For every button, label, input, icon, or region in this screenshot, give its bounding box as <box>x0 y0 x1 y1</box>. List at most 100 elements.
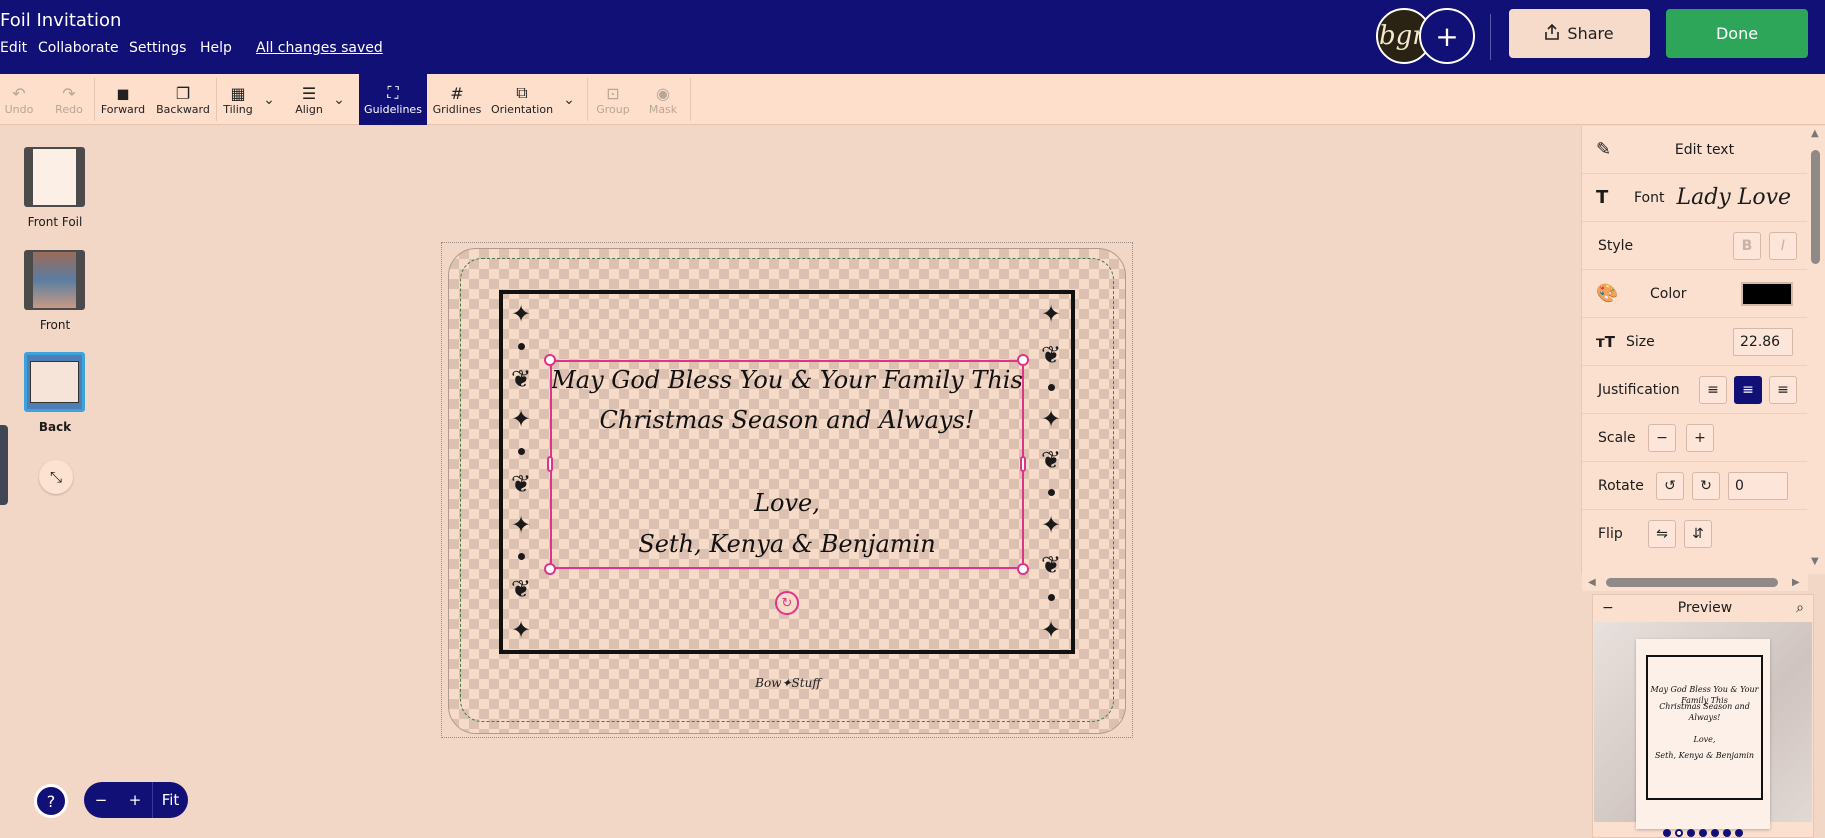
align-button[interactable]: ☰ Align <box>292 74 326 125</box>
menu-help[interactable]: Help <box>200 40 232 56</box>
redo-icon: ↷ <box>62 83 76 103</box>
align-left-icon[interactable]: ≡ <box>1699 375 1727 404</box>
collapse-icon[interactable]: ⤡ <box>39 460 73 494</box>
scroll-down-icon[interactable]: ▼ <box>1811 556 1819 567</box>
add-collaborator-button[interactable]: + <box>1419 8 1475 64</box>
undo-button[interactable]: ↶ Undo <box>0 74 38 125</box>
orientation-chevron-down-icon[interactable]: ⌄ <box>558 74 580 125</box>
scale-up-button[interactable]: + <box>1686 423 1714 452</box>
orientation-label: Orientation <box>490 103 554 116</box>
preview-text-line-2: Christmas Season and Always! <box>1659 702 1750 722</box>
preview-page-dot[interactable] <box>1675 829 1683 837</box>
rotate-right-icon[interactable]: ↻ <box>1692 471 1720 500</box>
zoom-in-button[interactable]: + <box>118 782 152 818</box>
guidelines-icon: ⛶ <box>387 83 399 102</box>
resize-handle-left[interactable] <box>547 456 553 472</box>
berry-icon <box>517 342 525 350</box>
holly-leaf-icon: ❦ <box>1040 446 1062 475</box>
horizontal-scrollbar-thumb[interactable] <box>1606 578 1778 587</box>
search-icon[interactable]: ⌕ <box>1796 600 1804 616</box>
mask-button[interactable]: ◉ Mask <box>644 74 682 125</box>
scroll-left-icon[interactable]: ◀ <box>1588 577 1596 588</box>
holly-leaf-icon: ✦ <box>510 615 532 644</box>
align-center-icon[interactable]: ≡ <box>1734 375 1762 404</box>
page-label-front: Front <box>39 318 71 332</box>
preview-page-dot[interactable] <box>1663 829 1671 837</box>
resize-handle-top-left[interactable] <box>544 354 556 366</box>
style-row: Style B I <box>1582 222 1807 270</box>
scroll-right-icon[interactable]: ▶ <box>1792 577 1800 588</box>
font-icon: T <box>1596 187 1609 208</box>
page-thumbnail-front-foil[interactable] <box>24 147 85 207</box>
tiling-button[interactable]: ▦ Tiling <box>222 74 254 125</box>
orientation-button[interactable]: ⧉ Orientation <box>490 74 554 125</box>
menu-settings[interactable]: Settings <box>129 40 186 56</box>
scale-down-button[interactable]: − <box>1648 423 1676 452</box>
scrollbar-thumb[interactable] <box>1811 150 1820 264</box>
rotate-input[interactable]: 0 <box>1728 471 1788 500</box>
size-input[interactable]: 22.86 <box>1733 327 1793 356</box>
edit-text-row[interactable]: ✎ Edit text <box>1582 126 1807 174</box>
flip-horizontal-icon[interactable]: ⇋ <box>1648 520 1676 548</box>
page-label-back: Back <box>38 420 72 434</box>
page-label-front-foil: Front Foil <box>27 215 83 229</box>
font-label: Font <box>1634 189 1665 206</box>
side-panel-toggle[interactable] <box>0 425 8 505</box>
holly-leaf-icon: ✦ <box>510 405 532 434</box>
toolbar-divider <box>587 78 588 121</box>
help-button[interactable]: ? <box>34 784 68 818</box>
save-status-link[interactable]: All changes saved <box>256 40 383 56</box>
flip-vertical-icon[interactable]: ⇵ <box>1684 520 1712 548</box>
preview-page-dot[interactable] <box>1723 829 1731 837</box>
menu-collaborate[interactable]: Collaborate <box>38 40 119 56</box>
zoom-out-button[interactable]: − <box>84 782 118 818</box>
bold-button[interactable]: B <box>1733 231 1761 260</box>
preview-page-dot[interactable] <box>1711 829 1719 837</box>
guidelines-button[interactable]: ⛶ Guidelines <box>359 74 427 125</box>
color-swatch[interactable] <box>1741 281 1793 306</box>
align-chevron-down-icon[interactable]: ⌄ <box>328 74 350 125</box>
preview-page-dot[interactable] <box>1699 829 1707 837</box>
toolbar-divider <box>94 78 95 121</box>
document-title[interactable]: Foil Invitation <box>0 10 121 31</box>
redo-button[interactable]: ↷ Redo <box>50 74 88 125</box>
page-thumbnail-front[interactable] <box>24 250 85 310</box>
resize-handle-bottom-left[interactable] <box>544 563 556 575</box>
text-selection-box[interactable] <box>550 360 1024 569</box>
resize-handle-bottom-right[interactable] <box>1017 563 1029 575</box>
size-label: Size <box>1626 333 1655 350</box>
menu-edit[interactable]: Edit <box>0 40 27 56</box>
italic-button[interactable]: I <box>1769 231 1797 260</box>
resize-handle-right[interactable] <box>1020 456 1026 472</box>
gridlines-button[interactable]: # Gridlines <box>432 74 482 125</box>
zoom-control: − + Fit <box>84 782 188 818</box>
preview-page-dot[interactable] <box>1687 829 1695 837</box>
scroll-up-icon[interactable]: ▲ <box>1811 128 1819 139</box>
holly-leaf-icon: ✦ <box>1040 615 1062 644</box>
page-thumbnail-back[interactable] <box>24 352 85 412</box>
resize-handle-top-right[interactable] <box>1017 354 1029 366</box>
holly-leaf-icon: ❦ <box>510 575 532 604</box>
orientation-icon: ⧉ <box>516 83 528 102</box>
holly-leaf-icon: ❦ <box>1040 551 1062 580</box>
rotate-left-icon[interactable]: ↺ <box>1656 471 1684 500</box>
share-button[interactable]: Share <box>1509 9 1650 58</box>
style-label: Style <box>1598 237 1634 254</box>
align-right-icon[interactable]: ≡ <box>1769 375 1797 404</box>
tiling-icon: ▦ <box>230 83 246 103</box>
holly-leaf-icon: ❦ <box>510 364 532 393</box>
toolbar-divider <box>690 78 691 121</box>
rotate-handle-icon[interactable]: ↻ <box>775 591 799 615</box>
done-button[interactable]: Done <box>1666 9 1808 58</box>
undo-icon: ↶ <box>12 83 26 103</box>
preview-page-dot[interactable] <box>1735 829 1743 837</box>
font-selector[interactable]: Lady Love <box>1676 185 1791 210</box>
forward-button[interactable]: ◼ Forward <box>100 74 146 125</box>
preview-collapse-button[interactable]: − <box>1602 600 1614 616</box>
guidelines-label: Guidelines <box>364 103 422 116</box>
zoom-fit-button[interactable]: Fit <box>152 782 188 818</box>
group-button[interactable]: ⊡ Group <box>594 74 632 125</box>
backward-button[interactable]: ❐ Backward <box>156 74 210 125</box>
tiling-chevron-down-icon[interactable]: ⌄ <box>258 74 280 125</box>
backward-label: Backward <box>156 103 210 116</box>
